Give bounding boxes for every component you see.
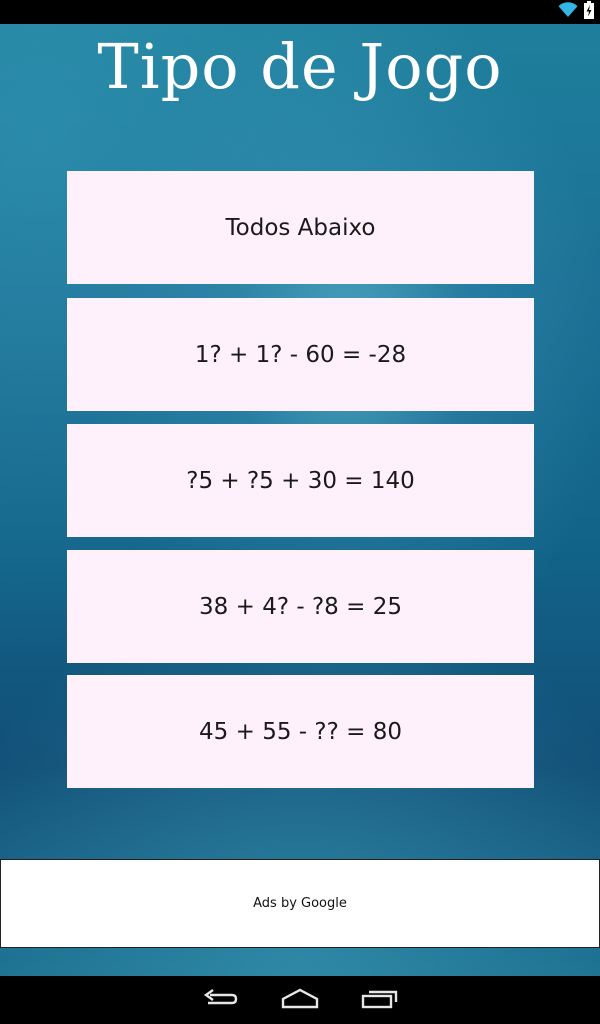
app-screen: Tipo de Jogo Todos Abaixo 1? + 1? - 60 =… <box>0 24 600 976</box>
home-icon <box>281 987 319 1013</box>
option-button-todos-abaixo[interactable]: Todos Abaixo <box>67 171 534 284</box>
ad-label: Ads by Google <box>253 896 347 911</box>
recent-apps-button[interactable] <box>350 984 410 1016</box>
option-button-puzzle-4[interactable]: 45 + 55 - ?? = 80 <box>67 675 534 788</box>
option-button-puzzle-1[interactable]: 1? + 1? - 60 = -28 <box>67 298 534 411</box>
page-title: Tipo de Jogo <box>97 30 503 103</box>
back-icon <box>202 987 238 1013</box>
battery-charging-icon <box>584 1 594 23</box>
option-button-puzzle-3[interactable]: 38 + 4? - ?8 = 25 <box>67 550 534 663</box>
status-bar <box>0 0 600 24</box>
option-button-puzzle-2[interactable]: ?5 + ?5 + 30 = 140 <box>67 424 534 537</box>
status-icons <box>558 1 594 23</box>
navigation-bar <box>0 976 600 1024</box>
recent-apps-icon <box>361 987 399 1013</box>
home-button[interactable] <box>270 984 330 1016</box>
ad-banner[interactable]: Ads by Google <box>0 859 600 948</box>
wifi-icon <box>558 2 578 22</box>
back-button[interactable] <box>190 984 250 1016</box>
